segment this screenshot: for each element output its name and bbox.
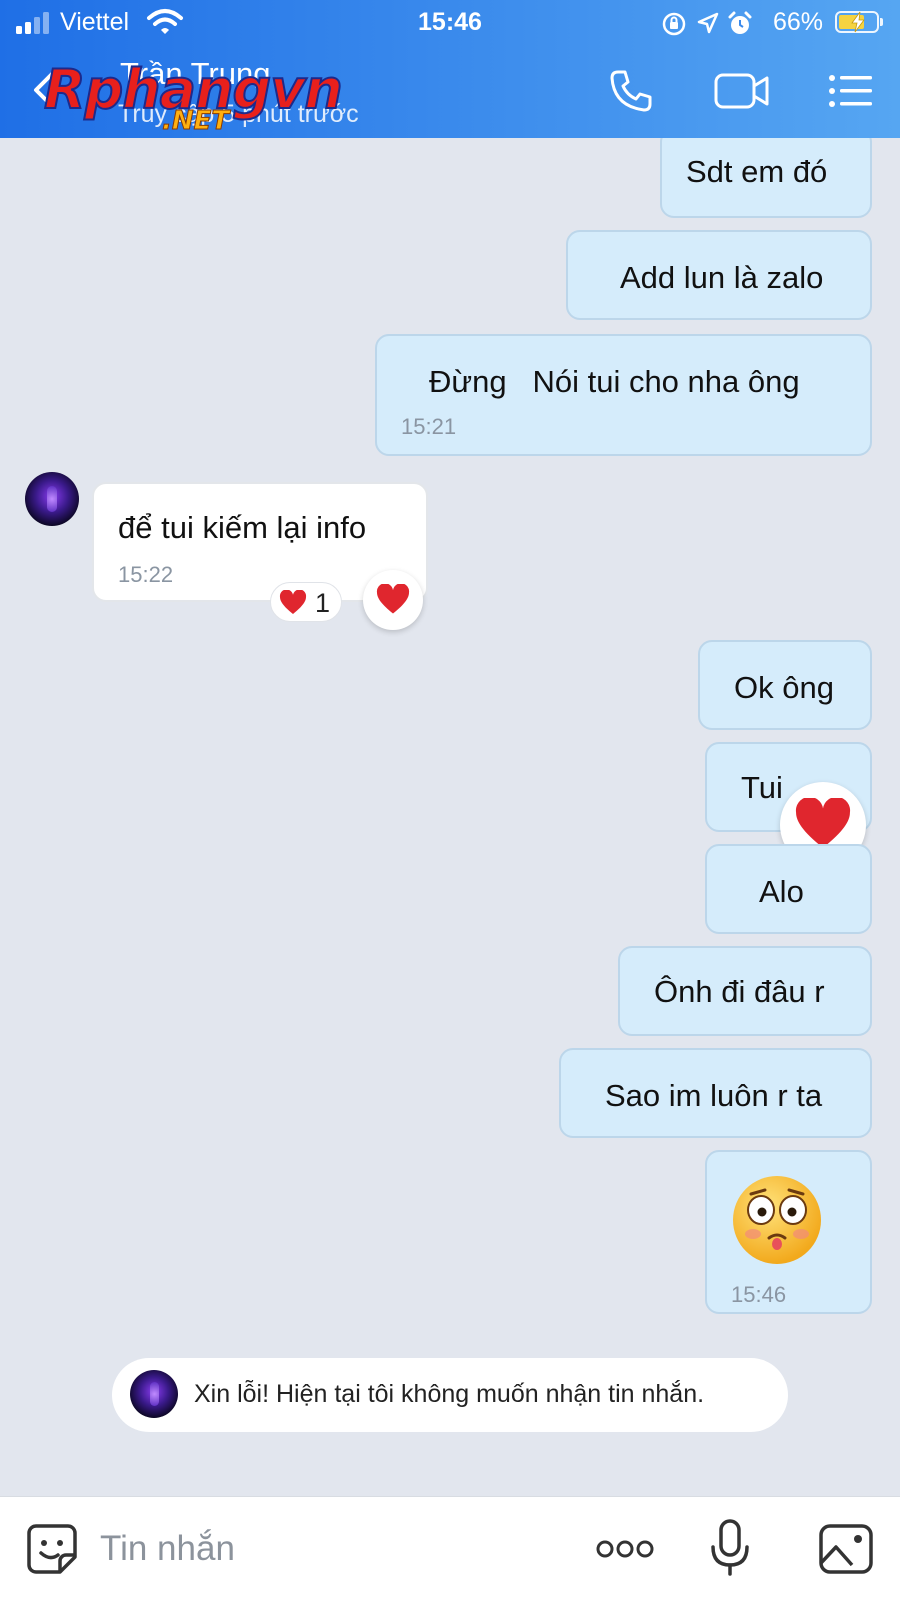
sticker-icon[interactable]	[26, 1523, 78, 1575]
message-timestamp: 15:22	[118, 562, 174, 587]
message-list[interactable]: Sdt em đó Add lun là zalo Đừng Nói tui c…	[0, 138, 900, 1496]
battery-icon	[835, 11, 883, 33]
battery-percentage: 66%	[773, 8, 824, 36]
message-bubble-outgoing[interactable]: Alo	[705, 844, 872, 934]
top-bar: Viettel 15:46 66% Trần Trung Truy cập 5 …	[0, 0, 900, 138]
message-timestamp: 15:21	[401, 414, 457, 439]
message-text: Tui	[741, 770, 783, 805]
auto-reply-notice: Xin lỗi! Hiện tại tôi không muốn nhận ti…	[112, 1358, 788, 1432]
message-bubble-outgoing[interactable]: Sdt em đó	[660, 138, 872, 218]
composer-bar	[0, 1496, 900, 1600]
phone-icon[interactable]	[606, 66, 656, 116]
menu-icon[interactable]	[828, 66, 874, 116]
shocked-face-sticker	[733, 1176, 821, 1264]
more-icon[interactable]	[596, 1537, 654, 1561]
message-bubble-sticker[interactable]: 15:46	[705, 1150, 872, 1314]
message-input[interactable]	[100, 1523, 560, 1575]
image-icon[interactable]	[818, 1523, 874, 1575]
heart-icon	[279, 590, 307, 614]
reaction-summary[interactable]: 1	[270, 582, 342, 622]
message-bubble-outgoing[interactable]: Ok ông	[698, 640, 872, 730]
message-text: Sdt em đó	[686, 154, 828, 189]
contact-avatar[interactable]	[25, 472, 79, 526]
location-arrow-icon	[697, 12, 719, 34]
rotation-lock-icon	[662, 12, 686, 36]
microphone-icon[interactable]	[710, 1519, 750, 1577]
watermark-logo: Rphangvn .NET	[43, 57, 344, 138]
contact-avatar	[130, 1370, 178, 1418]
react-button[interactable]	[363, 570, 423, 630]
message-text: Đừng Nói tui cho nha ông	[429, 364, 800, 399]
auto-reply-text: Xin lỗi! Hiện tại tôi không muốn nhận ti…	[194, 1380, 705, 1408]
chat-header: Trần Trung Truy cập 5 phút trước Rphangv…	[0, 46, 900, 138]
message-bubble-outgoing[interactable]: Sao im luôn r ta	[559, 1048, 872, 1138]
message-bubble-outgoing[interactable]: Ônh đi đâu r	[618, 946, 872, 1036]
reaction-count: 1	[315, 588, 331, 618]
message-text: để tui kiếm lại info	[118, 510, 367, 545]
message-text: Sao im luôn r ta	[605, 1078, 823, 1113]
message-bubble-outgoing[interactable]: Add lun là zalo	[566, 230, 872, 320]
message-text: Add lun là zalo	[620, 260, 824, 295]
video-call-icon[interactable]	[714, 66, 770, 116]
message-timestamp: 15:46	[731, 1282, 787, 1307]
message-text: Ônh đi đâu r	[654, 974, 825, 1009]
heart-icon	[376, 584, 410, 614]
watermark-suffix: .NET	[161, 106, 230, 137]
status-bar: Viettel 15:46 66%	[0, 0, 900, 46]
message-text: Alo	[759, 874, 804, 909]
status-clock: 15:46	[418, 8, 482, 36]
alarm-icon	[728, 11, 752, 34]
message-text: Ok ông	[734, 670, 834, 705]
message-bubble-outgoing[interactable]: Đừng Nói tui cho nha ông 15:21	[375, 334, 872, 456]
